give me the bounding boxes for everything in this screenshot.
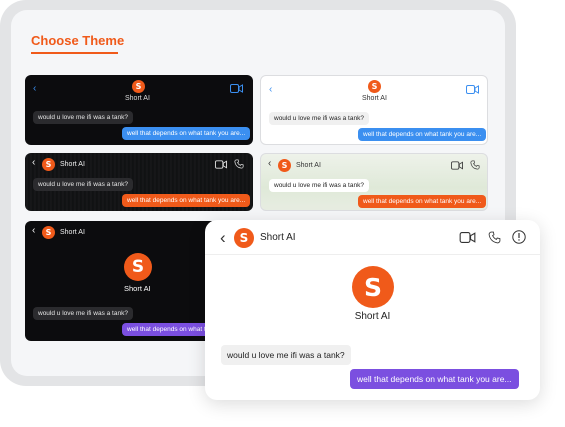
incoming-message: would u love me ifi was a tank? [269,179,369,192]
profile-name: Short AI [354,311,391,322]
video-camera-icon [230,84,243,93]
incoming-message: would u love me ifi was a tank? [221,345,351,365]
card-title: Short AI [60,161,85,168]
page-title: Choose Theme [31,33,125,48]
logo-icon: S [234,228,254,248]
incoming-message: would u love me ifi was a tank? [33,111,133,124]
video-camera-icon[interactable] [459,232,476,243]
profile-name: Short AI [124,284,151,293]
theme-card-mint[interactable]: ‹ S Short AI would u love me ifi was a t… [260,153,488,211]
logo-icon: S [132,80,145,93]
outgoing-message: well that depends on what tank you are..… [358,195,487,208]
back-chevron-icon: ‹ [32,225,36,236]
logo-icon: S [368,80,381,93]
title-underline [31,52,118,54]
outgoing-message: well that depends on what tank you are..… [122,194,251,207]
video-camera-icon [466,85,479,94]
outgoing-message: well that depends on what tank you are..… [122,127,251,140]
video-camera-icon [451,161,463,170]
header-divider [205,254,540,255]
card-title: Short AI [362,95,387,102]
info-icon[interactable] [512,230,526,244]
theme-card-light[interactable]: ‹ S Short AI would u love me ifi was a t… [260,75,488,145]
back-chevron-icon: ‹ [32,157,36,168]
phone-icon [470,160,480,170]
theme-preview-card: ‹ S Short AI S Short AI would u love me … [205,220,540,400]
video-camera-icon [215,160,227,169]
incoming-message: would u love me ifi was a tank? [33,307,133,320]
theme-card-dark[interactable]: ‹ S Short AI would u love me ifi was a t… [25,75,253,145]
phone-icon[interactable] [488,231,501,244]
phone-icon [234,159,244,169]
back-chevron-icon: ‹ [269,84,273,95]
back-chevron-icon[interactable]: ‹ [220,228,226,248]
logo-icon: S [42,226,55,239]
profile-logo-icon: S [124,253,152,281]
card-title: Short AI [125,95,150,102]
logo-icon: S [278,159,291,172]
outgoing-message: well that depends on what tank you are..… [350,369,519,389]
chat-title: Short AI [260,232,296,243]
card-title: Short AI [296,162,321,169]
incoming-message: would u love me ifi was a tank? [269,112,369,125]
back-chevron-icon: ‹ [268,158,272,169]
profile-logo-icon: S [352,266,394,308]
logo-icon: S [42,158,55,171]
card-title: Short AI [60,229,85,236]
back-chevron-icon: ‹ [33,83,37,94]
outgoing-message: well that depends on what tank you are..… [358,128,487,141]
incoming-message: would u love me ifi was a tank? [33,178,133,191]
theme-card-dark-textured[interactable]: ‹ S Short AI would u love me ifi was a t… [25,153,253,211]
